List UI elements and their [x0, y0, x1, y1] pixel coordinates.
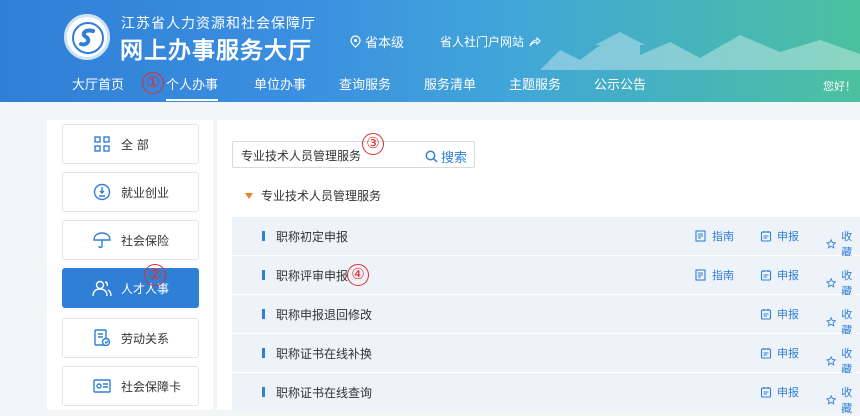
sidebar-item-social-security-card[interactable]: 社会保障卡: [62, 366, 199, 406]
service-row[interactable]: 职称初定申报 指南 申报 收藏: [232, 217, 860, 259]
portal-link-label: 省人社门户网站: [440, 35, 525, 49]
service-name: 职称申报退回修改: [276, 308, 373, 322]
apply-icon: [760, 309, 772, 320]
guide-label: 指南: [712, 269, 734, 282]
sidebar-item-label: 社会保险: [121, 233, 170, 248]
sidebar-item-label: 社会保障卡: [121, 379, 182, 394]
guide-icon: [695, 269, 706, 281]
location-selector[interactable]: 省本级: [350, 32, 404, 51]
sidebar-item-labor-relations[interactable]: 劳动关系: [62, 318, 199, 358]
document-icon: [91, 327, 113, 349]
org-name: 江苏省人力资源和社会保障厅: [121, 16, 316, 32]
apply-label: 申报: [777, 386, 799, 399]
star-icon: [826, 238, 837, 249]
share-arrow-icon: [529, 36, 541, 46]
service-name: 职称初定申报: [276, 230, 349, 244]
apply-label: 申报: [777, 347, 799, 360]
sidebar-item-label: 就业创业: [121, 185, 170, 200]
logo[interactable]: [64, 14, 110, 60]
sidebar-item-all[interactable]: 全 部: [62, 124, 199, 164]
apply-button[interactable]: 申报: [760, 384, 799, 400]
row-accent-bar: [262, 348, 265, 358]
guide-label: 指南: [712, 230, 734, 243]
nav-home[interactable]: 大厅首页: [72, 74, 124, 93]
row-accent-bar: [262, 231, 265, 241]
service-name: 职称证书在线补换: [276, 347, 373, 361]
search-button[interactable]: 搜索: [425, 147, 467, 166]
service-row[interactable]: 职称证书在线查询 申报 收藏: [232, 373, 860, 415]
people-icon: [91, 277, 113, 299]
guide-icon: [695, 230, 706, 242]
sidebar-item-talent-personnel[interactable]: 人才人事: [62, 268, 199, 308]
apply-button[interactable]: 申报: [760, 228, 799, 244]
star-icon: [826, 394, 837, 405]
row-accent-bar: [262, 270, 265, 280]
collapse-triangle-icon: [245, 192, 253, 199]
sidebar-item-social-insurance[interactable]: 社会保险: [62, 220, 199, 260]
nav-announcements[interactable]: 公示公告: [594, 74, 646, 93]
service-row[interactable]: 职称证书在线补换 申报 收藏: [232, 334, 860, 376]
nav-query[interactable]: 查询服务: [339, 74, 391, 93]
umbrella-icon: [91, 229, 113, 251]
nav-topics[interactable]: 主题服务: [509, 74, 561, 93]
apply-button[interactable]: 申报: [760, 306, 799, 322]
apply-button[interactable]: 申报: [760, 267, 799, 283]
annotation-marker-2: ②: [144, 264, 166, 286]
guide-button[interactable]: 指南: [695, 267, 734, 283]
location-pin-icon: [350, 35, 361, 48]
apply-label: 申报: [777, 230, 799, 243]
card-icon: [91, 375, 113, 397]
site-name: 网上办事服务大厅: [120, 38, 312, 64]
apply-icon: [760, 387, 772, 398]
star-icon: [826, 316, 837, 327]
apply-label: 申报: [777, 308, 799, 321]
apply-icon: [760, 270, 772, 281]
grid-icon: [91, 133, 113, 155]
sidebar-item-label: 劳动关系: [121, 331, 170, 346]
main-nav: 大厅首页 个人办事 单位办事 查询服务 服务清单 主题服务 公示公告 您好！: [0, 66, 860, 102]
service-name: 职称证书在线查询: [276, 386, 373, 400]
favorite-button[interactable]: 收藏: [826, 384, 860, 416]
service-row[interactable]: 职称申报退回修改 申报 收藏: [232, 295, 860, 337]
nav-personal[interactable]: 个人办事: [166, 74, 219, 101]
location-label: 省本级: [365, 36, 405, 51]
row-accent-bar: [262, 387, 265, 397]
scenery-decoration: [540, 32, 860, 70]
service-group-title: 专业技术人员管理服务: [261, 189, 382, 203]
guide-button[interactable]: 指南: [695, 228, 734, 244]
service-panel: 搜索 专业技术人员管理服务 职称初定申报 指南 申报 收藏 职称评审申报 指南: [217, 120, 860, 415]
service-group-header[interactable]: 专业技术人员管理服务: [245, 187, 381, 204]
service-row[interactable]: 职称评审申报 指南 申报 收藏: [232, 256, 860, 298]
search-box: 搜索: [232, 141, 475, 168]
annotation-marker-4: ④: [347, 264, 369, 286]
row-accent-bar: [262, 309, 265, 319]
star-icon: [826, 355, 837, 366]
apply-label: 申报: [777, 269, 799, 282]
apply-icon: [760, 231, 772, 242]
search-icon: [425, 150, 438, 163]
portal-link[interactable]: 省人社门户网站: [440, 33, 541, 50]
service-name: 职称评审申报: [276, 269, 349, 283]
site-header: 江苏省人力资源和社会保障厅 网上办事服务大厅 省本级 省人社门户网站 大厅首页 …: [0, 0, 860, 102]
sidebar-item-employment[interactable]: 就业创业: [62, 172, 199, 212]
annotation-marker-1: ①: [142, 72, 164, 94]
search-input[interactable]: [241, 148, 421, 162]
favorite-label: 收藏: [841, 386, 853, 415]
search-button-label: 搜索: [441, 151, 468, 166]
apply-button[interactable]: 申报: [760, 345, 799, 361]
logo-emblem-icon: [72, 22, 104, 54]
sidebar-item-label: 全 部: [121, 137, 149, 152]
annotation-marker-3: ③: [362, 133, 384, 155]
employment-icon: [91, 181, 113, 203]
category-sidebar: 全 部 就业创业 社会保险 人才人事 劳动关系 社会保障卡: [47, 120, 213, 410]
star-icon: [826, 277, 837, 288]
nav-service-list[interactable]: 服务清单: [424, 74, 476, 93]
greeting: 您好！: [823, 80, 856, 93]
apply-icon: [760, 348, 772, 359]
nav-organization[interactable]: 单位办事: [254, 74, 306, 93]
